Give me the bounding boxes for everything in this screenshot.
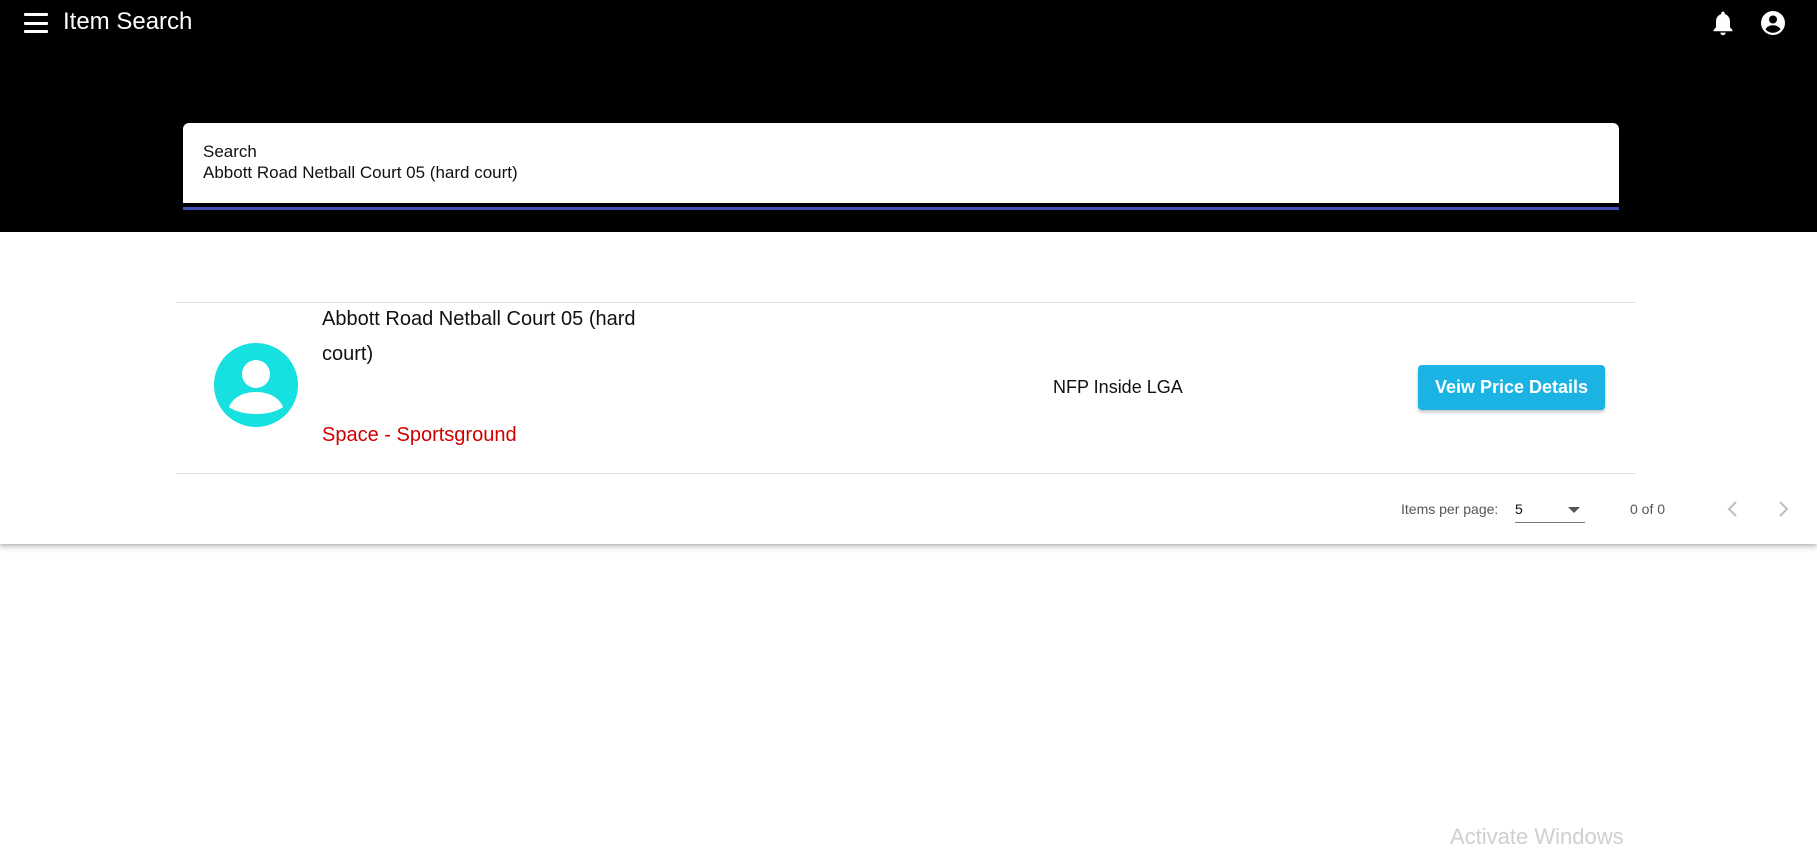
hamburger-menu-icon[interactable]: [24, 11, 52, 35]
dropdown-arrow-icon: [1568, 507, 1580, 513]
item-group: NFP Inside LGA: [1053, 377, 1183, 397]
search-label: Search: [203, 142, 257, 161]
search-input[interactable]: [203, 161, 1593, 185]
items-per-page-select[interactable]: 5: [1515, 497, 1585, 523]
item-name: Abbott Road Netball Court 05 (hard court…: [322, 308, 636, 365]
row-divider-bottom: [176, 473, 1636, 474]
bell-icon[interactable]: [1711, 10, 1735, 36]
person-avatar-icon: [214, 343, 298, 427]
windows-activation-watermark: Activate Windows: [1450, 824, 1624, 846]
chevron-left-icon[interactable]: [1721, 497, 1745, 521]
chevron-right-icon[interactable]: [1771, 497, 1795, 521]
page-range-label: 0 of 0: [1630, 501, 1666, 517]
view-price-details-button[interactable]: Veiw Price Details: [1418, 365, 1605, 410]
account-circle-icon[interactable]: [1760, 10, 1786, 36]
page: Item Search Search Abbott Road Netball C…: [0, 0, 1817, 846]
app-title: Item Search: [63, 8, 193, 35]
search-field[interactable]: Search: [183, 123, 1619, 203]
items-per-page-label: Items per page:: [1401, 501, 1499, 517]
items-per-page-value: 5: [1515, 501, 1523, 517]
top-app-bar: Item Search Search: [0, 0, 1817, 232]
item-category: Space - Sportsground: [322, 424, 517, 446]
select-underline: [1515, 522, 1585, 523]
search-field-underline: [183, 207, 1619, 210]
